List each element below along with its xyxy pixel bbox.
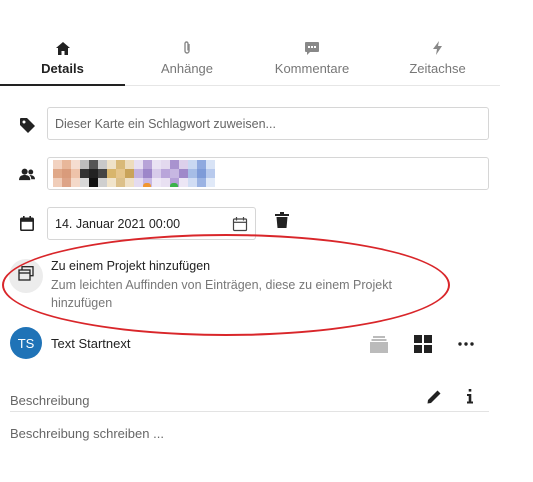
tab-attachments[interactable]: Anhänge [125,32,249,85]
tab-label: Kommentare [274,61,350,76]
bolt-icon [433,40,442,56]
paperclip-icon [182,40,192,56]
description-label: Beschreibung [10,393,90,408]
list-avatar: TS [10,327,42,359]
due-date-value: 14. Januar 2021 00:00 [55,216,181,231]
list-name: Text Startnext [51,336,131,351]
more-icon[interactable] [456,334,476,354]
project-title[interactable]: Zu einem Projekt hinzufügen [51,259,210,273]
home-icon [55,40,70,56]
grid-icon[interactable] [413,334,433,354]
avatar[interactable] [161,160,188,187]
tag-icon [19,117,35,133]
avatar[interactable] [188,160,215,187]
archive-icon[interactable] [369,334,389,354]
comment-icon [305,40,319,56]
tag-input-placeholder: Dieser Karte ein Schlagwort zuweisen... [55,116,276,131]
avatar[interactable] [134,160,161,187]
info-icon[interactable] [466,389,480,405]
divider [10,411,489,412]
calendar-icon [19,215,35,231]
pencil-icon[interactable] [427,389,443,405]
avatar[interactable] [53,160,80,187]
tab-timeline[interactable]: Zeitachse [375,32,500,85]
tab-label: Zeitachse [409,61,466,76]
tab-label: Details [41,61,84,76]
project-icon [18,266,34,286]
description-input[interactable]: Beschreibung schreiben ... [10,426,164,441]
project-add-button[interactable] [9,259,43,293]
tab-details[interactable]: Details [0,32,125,86]
card-tabs: Details Anhänge Kommentare Zeitachse [0,32,500,86]
users-icon [19,166,35,182]
trash-icon[interactable] [275,212,291,228]
calendar-picker-icon[interactable] [232,216,248,232]
tab-label: Anhänge [160,61,214,76]
project-description: Zum leichten Auffinden von Einträgen, di… [51,278,392,310]
avatar[interactable] [107,160,134,187]
avatar[interactable] [80,160,107,187]
tag-input[interactable]: Dieser Karte ein Schlagwort zuweisen... [47,107,489,140]
tab-comments[interactable]: Kommentare [249,32,375,85]
members-field[interactable] [47,157,489,190]
due-date-input[interactable]: 14. Januar 2021 00:00 [47,207,256,240]
